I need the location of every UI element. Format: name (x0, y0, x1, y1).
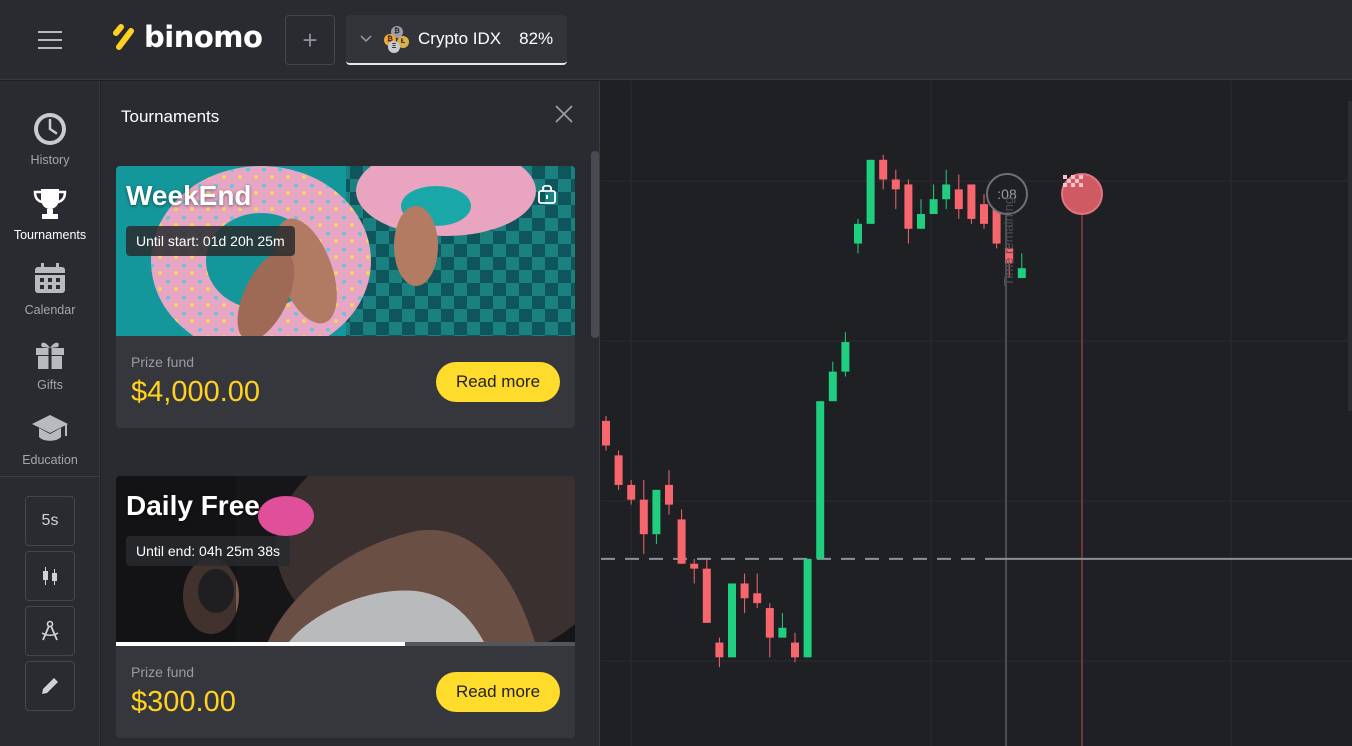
sidebar-item-education[interactable]: Education (0, 409, 100, 479)
candle-body (866, 159, 875, 224)
candle-body (1017, 268, 1026, 279)
tournament-card-weekend: WeekEnd Until start: 01d 20h 25m Prize f… (116, 166, 575, 428)
sidebar-item-tournaments[interactable]: Tournaments (0, 184, 100, 254)
candle-body (602, 420, 610, 446)
candle-body (828, 371, 837, 402)
candle-body (929, 199, 938, 214)
draw-button[interactable] (25, 661, 75, 711)
tournament-banner: Daily Free Until end: 04h 25m 38s (116, 476, 575, 646)
binomo-logo-icon (113, 24, 134, 50)
close-icon[interactable] (553, 103, 575, 125)
left-sidebar: History Tournaments Calendar Gifts Educa… (0, 81, 100, 746)
tournament-timer: Until start: 01d 20h 25m (126, 226, 295, 256)
tournament-card-body: Prize fund $4,000.00 Read more (116, 336, 575, 428)
candle-body (665, 484, 673, 505)
asset-payout: 82% (519, 29, 554, 48)
binomo-app: binomo + ₿ ₿ Ł Ξ Crypto IDX 82% History (0, 0, 1352, 746)
candle-body (639, 499, 648, 535)
scroll-thumb[interactable] (591, 151, 599, 338)
prize-value: $4,000.00 (131, 376, 261, 408)
sidebar-item-history[interactable]: History (0, 109, 100, 179)
tournament-card-body: Prize fund $300.00 Read more (116, 646, 575, 738)
sidebar-item-calendar[interactable]: Calendar (0, 259, 100, 329)
candle-body (980, 204, 988, 224)
timeframe-label: 5s (41, 512, 59, 529)
candle-body (614, 455, 623, 485)
crypto-coins-icon: ₿ ₿ Ł Ξ (384, 26, 410, 53)
sidebar-item-label: History (30, 153, 70, 167)
candle-body (778, 627, 787, 638)
read-more-button[interactable]: Read more (436, 362, 560, 402)
candle-body (728, 583, 736, 658)
prize-value: $300.00 (131, 686, 236, 718)
add-asset-button[interactable]: + (285, 15, 335, 65)
sidebar-item-label: Calendar (24, 303, 76, 317)
candle-body (854, 223, 862, 244)
calendar-icon (30, 259, 70, 299)
sidebar-divider (0, 476, 100, 477)
panel-title: Tournaments (121, 107, 220, 126)
chevron-down-icon[interactable] (360, 32, 374, 46)
gift-icon (30, 334, 70, 374)
logo-text: binomo (144, 20, 263, 54)
candle-body (891, 179, 900, 190)
candle-body (967, 184, 976, 219)
candle-body (690, 563, 699, 569)
candle-body (879, 159, 888, 180)
tournament-banner: WeekEnd Until start: 01d 20h 25m (116, 166, 575, 336)
candle-body (715, 642, 724, 658)
candle-body (702, 568, 711, 623)
candlestick-icon (43, 567, 57, 585)
clock-icon (30, 109, 70, 149)
tournament-card-daily-free: Daily Free Until end: 04h 25m 38s Prize … (116, 476, 575, 738)
candle-body (954, 189, 963, 210)
checkered-flag-icon[interactable] (1061, 173, 1103, 215)
tournaments-panel: Tournaments WeekEnd Until start: 01d 20h… (101, 81, 600, 746)
candle-body (816, 401, 825, 559)
plus-icon: + (302, 24, 318, 55)
candlestick-chart (601, 81, 1352, 746)
sidebar-item-gifts[interactable]: Gifts (0, 334, 100, 404)
top-bar: binomo + ₿ ₿ Ł Ξ Crypto IDX 82% (0, 0, 1352, 80)
read-more-button[interactable]: Read more (436, 672, 560, 712)
candle-body (942, 184, 951, 200)
candle-body (627, 484, 636, 500)
trophy-icon (30, 184, 70, 224)
candle-body (677, 519, 686, 564)
candle-body (841, 342, 850, 372)
sidebar-item-label: Gifts (37, 378, 63, 392)
prize-label: Prize fund (131, 664, 195, 680)
candle-body (652, 489, 661, 535)
time-remaining-label: Time remaining (1001, 196, 1016, 286)
candle-body (917, 214, 925, 229)
compass-icon (41, 620, 59, 641)
timeframe-button[interactable]: 5s (25, 496, 75, 546)
tournament-title: Daily Free (126, 490, 260, 521)
pencil-icon (42, 678, 58, 694)
indicators-button[interactable] (25, 606, 75, 656)
logo[interactable]: binomo (112, 20, 263, 54)
panel-scrollbar[interactable] (590, 149, 599, 746)
sidebar-item-label: Tournaments (13, 228, 87, 242)
chart-type-button[interactable] (25, 551, 75, 601)
candle-body (765, 608, 774, 638)
asset-tab[interactable]: ₿ ₿ Ł Ξ Crypto IDX 82% (346, 15, 567, 65)
tournament-title: WeekEnd (126, 180, 252, 211)
sidebar-item-label: Education (22, 453, 78, 467)
candle-body (803, 558, 812, 658)
candle-body (791, 642, 799, 658)
candle-body (740, 583, 749, 599)
tournament-timer: Until end: 04h 25m 38s (126, 536, 290, 566)
price-chart[interactable]: :08 Time remaining (601, 81, 1352, 746)
hamburger-icon[interactable] (26, 22, 74, 58)
asset-name: Crypto IDX (418, 29, 502, 48)
candle-body (753, 593, 762, 604)
candle-body (992, 209, 1001, 244)
lock-icon (538, 184, 556, 204)
candle-body (904, 184, 913, 229)
prize-label: Prize fund (131, 354, 195, 370)
graduation-cap-icon (30, 409, 70, 449)
chart-scroll-edge (1348, 101, 1352, 411)
